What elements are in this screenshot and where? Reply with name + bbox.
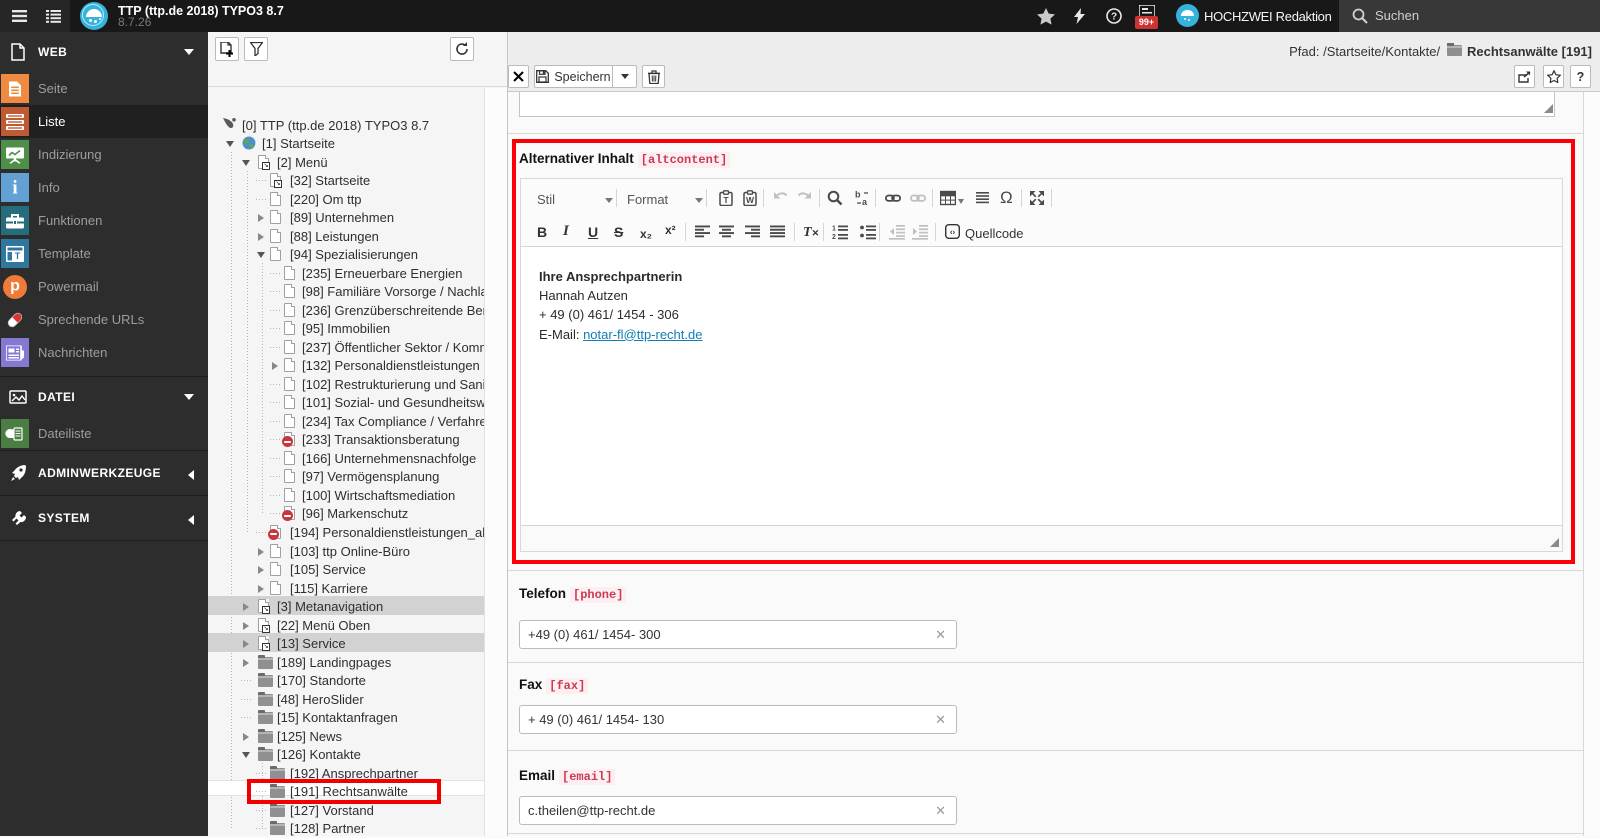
svg-text:?: ? <box>1110 12 1116 23</box>
svg-text:T: T <box>723 195 729 205</box>
svg-text:b: b <box>855 190 861 200</box>
svg-text:2: 2 <box>832 234 836 240</box>
svg-text:a: a <box>862 197 868 206</box>
svg-text:1: 1 <box>832 226 836 233</box>
svg-text:T: T <box>15 251 21 261</box>
svg-text:‹›: ‹› <box>950 228 956 237</box>
svg-text:W: W <box>746 195 755 205</box>
